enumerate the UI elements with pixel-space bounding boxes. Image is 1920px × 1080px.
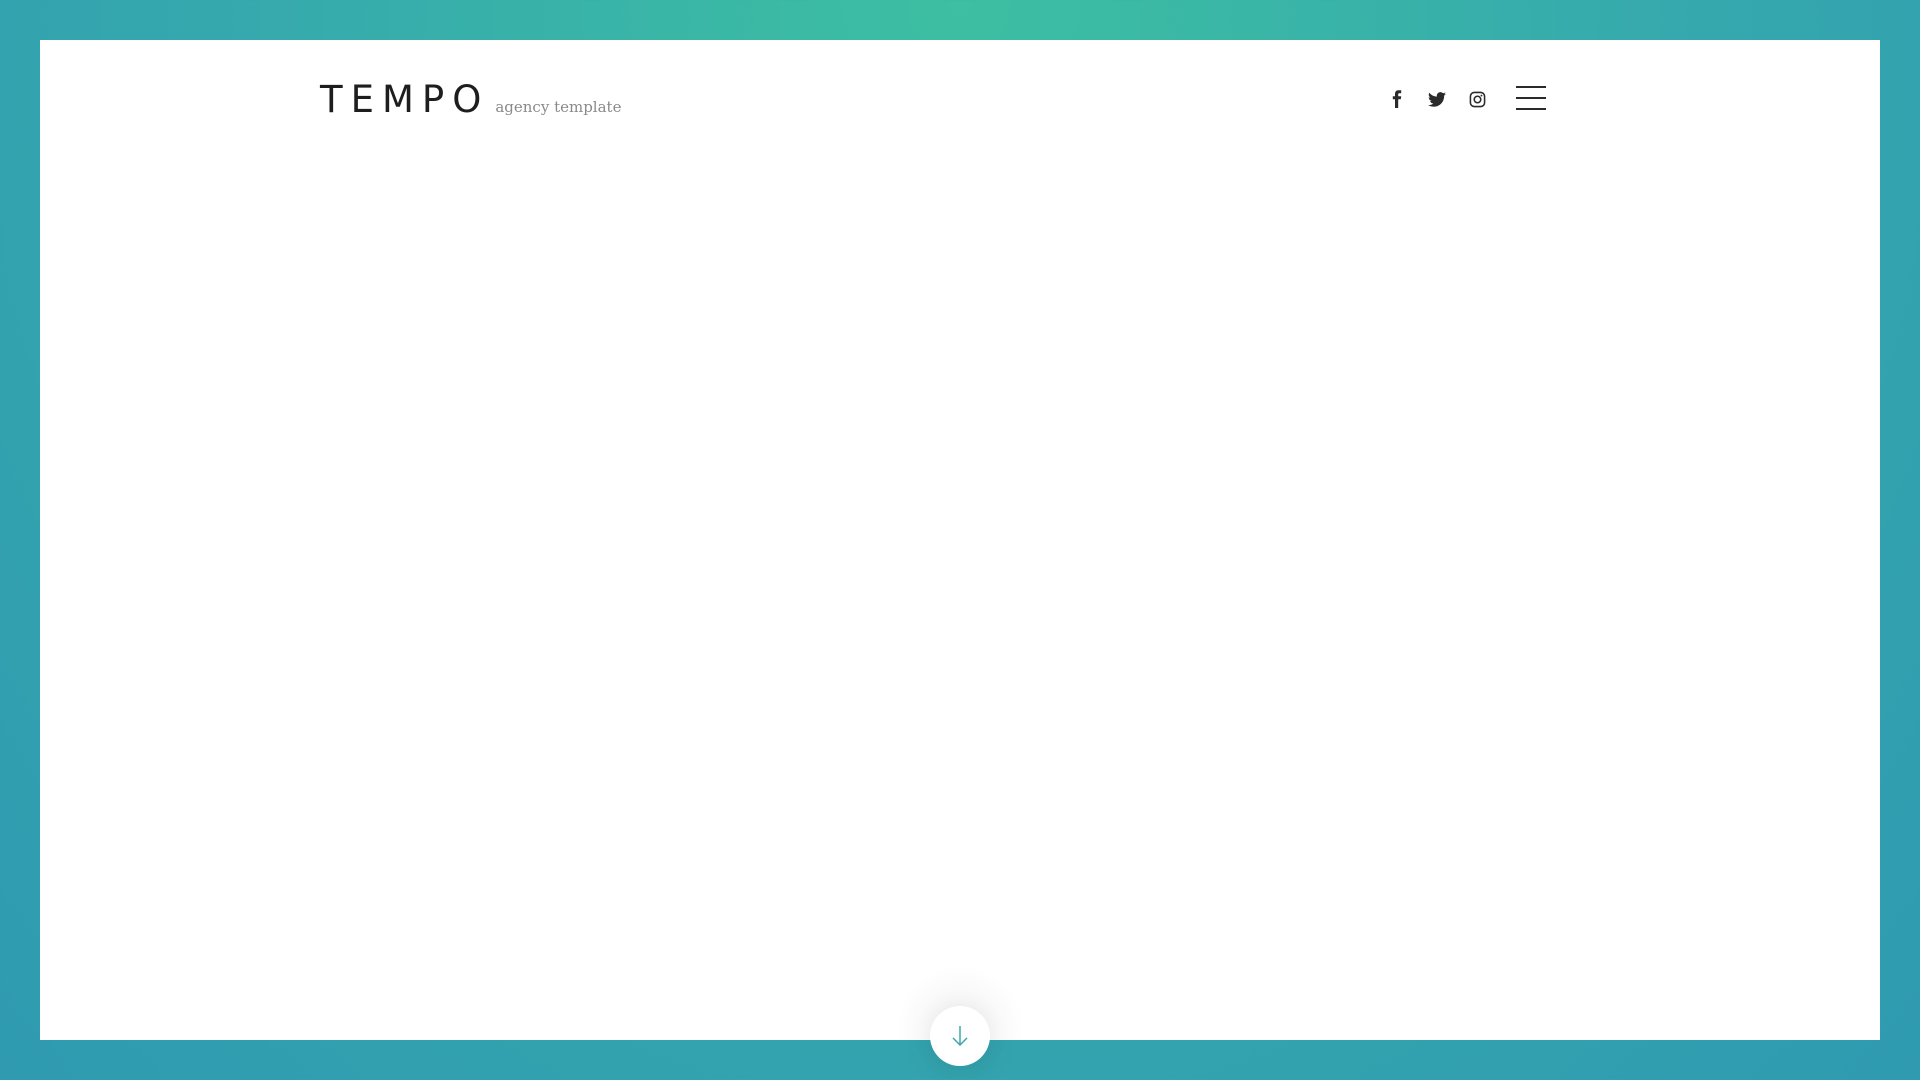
menu-line	[1516, 86, 1546, 88]
site-header: TEMPO agency template	[320, 80, 1546, 120]
hamburger-menu-icon[interactable]	[1516, 86, 1546, 110]
page-frame	[40, 40, 1880, 1040]
instagram-icon	[1469, 91, 1485, 107]
scroll-down-button[interactable]	[930, 1006, 990, 1066]
facebook-link[interactable]	[1386, 88, 1408, 110]
twitter-icon	[1428, 91, 1446, 107]
instagram-link[interactable]	[1466, 88, 1488, 110]
logo[interactable]: TEMPO agency template	[320, 80, 621, 127]
facebook-icon	[1392, 90, 1402, 108]
social-links	[1386, 88, 1488, 110]
logo-tagline: agency template	[495, 98, 622, 116]
menu-line	[1516, 108, 1546, 110]
arrow-down-icon	[952, 1026, 968, 1047]
menu-line	[1516, 97, 1546, 99]
twitter-link[interactable]	[1426, 88, 1448, 110]
logo-wordmark: TEMPO	[320, 78, 490, 121]
